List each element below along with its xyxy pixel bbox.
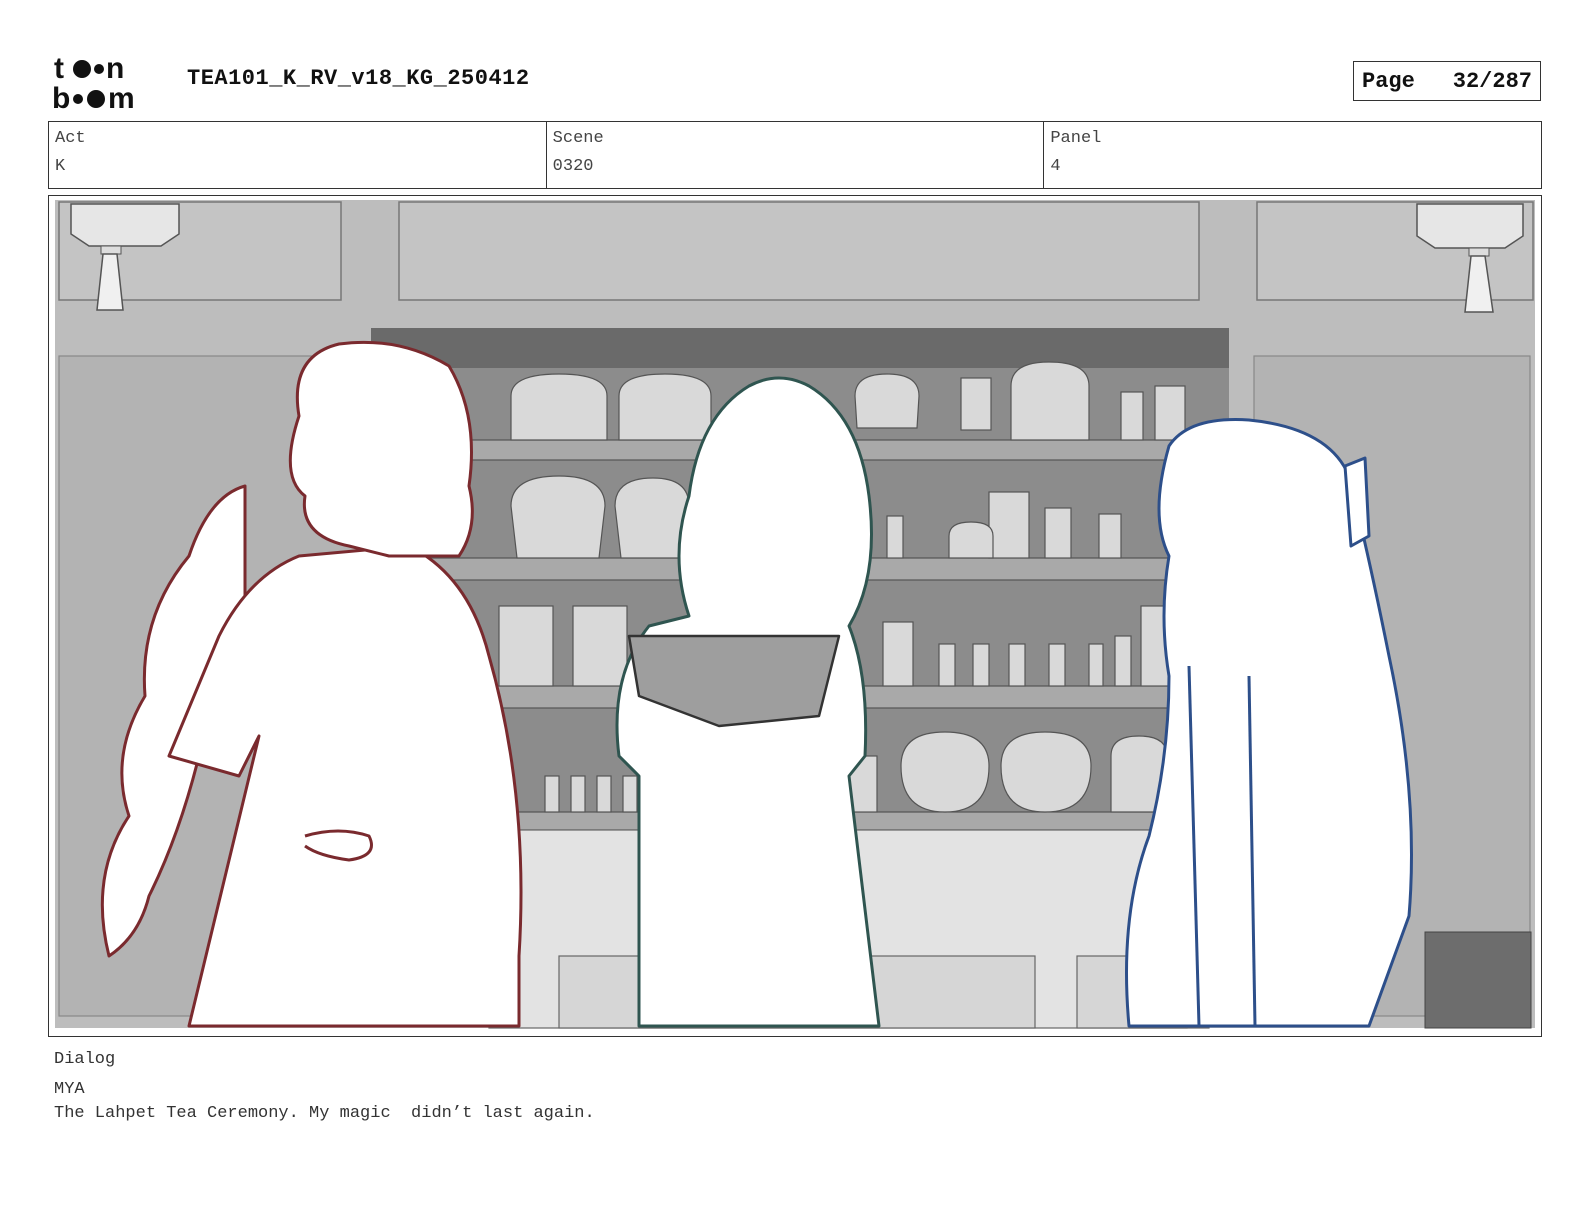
page-indicator: Page 32/287	[1353, 61, 1541, 101]
act-label: Act	[55, 129, 86, 148]
svg-text:m: m	[108, 82, 135, 112]
document-title: TEA101_K_RV_v18_KG_250412	[187, 66, 530, 91]
svg-text:b: b	[52, 82, 70, 112]
right-character-sketch	[1125, 418, 1413, 1028]
scene-label: Scene	[552, 129, 604, 148]
scene-cell: Scene 0320	[547, 122, 1045, 188]
scene-value: 0320	[552, 157, 594, 176]
act-value: K	[55, 157, 66, 176]
panel-cell: Panel 4	[1044, 122, 1541, 188]
svg-text:t: t	[54, 52, 64, 85]
act-cell: Act K	[49, 122, 547, 188]
page-number: 32/287	[1452, 68, 1532, 94]
toon-boom-logo: t n b m	[52, 52, 135, 112]
dialog-label: Dialog	[54, 1050, 116, 1069]
page-label: Page	[1362, 68, 1415, 94]
dialog-speaker: MYA	[54, 1080, 85, 1099]
panel-info-table: Act K Scene 0320 Panel 4	[48, 121, 1542, 189]
storyboard-panel	[48, 195, 1542, 1037]
panel-label: Panel	[1050, 129, 1102, 148]
svg-text:n: n	[106, 52, 124, 85]
panel-drawing	[55, 200, 1535, 1029]
panel-value: 4	[1050, 157, 1061, 176]
dialog-line: The Lahpet Tea Ceremony. My magic didn’t…	[54, 1104, 595, 1123]
